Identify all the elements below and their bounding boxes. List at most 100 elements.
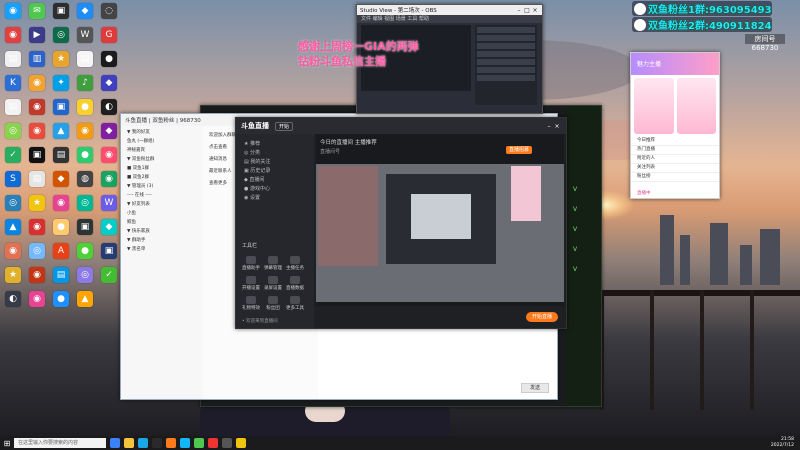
streamer-card[interactable] [676, 78, 716, 134]
app-taskbar-icon[interactable] [208, 438, 218, 448]
live-list-item[interactable]: 今日推荐 [631, 137, 719, 146]
desktop-shortcut-icon[interactable]: ▤ [26, 171, 48, 188]
obs-menubar[interactable]: 文件 编辑 视图 场景 工具 帮助 [357, 15, 542, 23]
system-clock[interactable]: 21:58 2022/7/12 [771, 437, 794, 449]
desktop-shortcut-icon[interactable]: ▣ [26, 147, 48, 164]
desktop-shortcut-icon[interactable]: ▲ [2, 219, 24, 236]
desktop-shortcut-icon[interactable]: ◆ [74, 3, 96, 20]
tool-button[interactable]: 直播助手 [242, 256, 260, 271]
tool-button[interactable]: 弹幕管理 [264, 256, 282, 271]
desktop-shortcut-icon[interactable]: ▣ [98, 243, 120, 260]
wechat-taskbar-icon[interactable] [194, 438, 204, 448]
windows-start-icon[interactable]: ⊞ [0, 436, 14, 450]
source-row[interactable] [477, 51, 535, 57]
contact-tree-item[interactable]: ▼ 管理员 (3) [121, 183, 203, 189]
desktop-shortcut-icon[interactable]: ● [74, 243, 96, 260]
desktop-shortcut-icon[interactable]: ◉ [98, 171, 120, 188]
sidebar-item[interactable]: ● 游戏中心 [236, 185, 314, 194]
desktop-shortcut-icon[interactable]: ◉ [26, 99, 48, 116]
sidebar-item[interactable]: ▣ 历史记录 [236, 167, 314, 176]
qq-taskbar-icon[interactable] [180, 438, 190, 448]
stream-topbar[interactable]: 斗鱼直播 开始 – × [236, 118, 566, 134]
desktop-shortcut-icon[interactable]: ◆ [98, 75, 120, 92]
tool-button[interactable]: 开播设置 [242, 276, 260, 291]
start-live-button[interactable]: 开始直播 [526, 312, 558, 322]
minimize-icon[interactable]: – [515, 7, 523, 14]
desktop-shortcut-icon[interactable]: ★ [26, 195, 48, 212]
desktop-shortcut-icon[interactable]: ◆ [50, 171, 72, 188]
taskbar-search[interactable]: 在这里输入你要搜索的内容 [14, 438, 106, 448]
desktop-shortcut-icon[interactable]: ◎ [74, 195, 96, 212]
desktop-shortcut-icon[interactable]: ◉ [98, 147, 120, 164]
tool-button[interactable]: 录屏设置 [264, 276, 282, 291]
live-list-item[interactable]: 热门直播 [631, 146, 719, 155]
desktop-shortcut-icon[interactable]: ◎ [74, 267, 96, 284]
desktop-shortcut-icon[interactable]: ● [50, 291, 72, 308]
desktop-shortcut-icon[interactable]: ◐ [2, 291, 24, 308]
obs-titlebar[interactable]: Studio View - 第二场次 - OBS – □ × [357, 5, 542, 15]
desktop-shortcut-icon[interactable]: ◎ [2, 195, 24, 212]
desktop-shortcut-icon[interactable]: ◍ [74, 171, 96, 188]
desktop-shortcut-icon[interactable]: ◉ [26, 75, 48, 92]
desktop-shortcut-icon[interactable]: ◉ [26, 123, 48, 140]
desktop-shortcut-icon[interactable]: ▤ [50, 147, 72, 164]
minimize-icon[interactable]: – [545, 123, 553, 130]
desktop-shortcut-icon[interactable]: ◉ [26, 291, 48, 308]
contact-tree-item[interactable]: ▼ 双鱼粉丝群 [121, 156, 203, 162]
contact-tree-item[interactable]: ▼ 黑名单 [121, 246, 203, 252]
sidebar-item[interactable]: ◉ 设置 [236, 194, 314, 203]
file-explorer-icon[interactable] [124, 438, 134, 448]
desktop-shortcut-icon[interactable]: ♪ [74, 75, 96, 92]
contact-tree-item[interactable]: 神秘嘉宾 [121, 147, 203, 153]
desktop-shortcut-icon[interactable]: ✓ [2, 147, 24, 164]
live-list-item[interactable]: 关注列表 [631, 164, 719, 173]
desktop-shortcut-icon[interactable]: ◎ [50, 27, 72, 44]
tab-start[interactable]: 开始 [275, 121, 294, 131]
close-icon[interactable]: × [531, 7, 539, 14]
desktop-shortcut-icon[interactable]: ◉ [2, 243, 24, 260]
sidebar-item[interactable]: ★ 推荐 [236, 140, 314, 149]
source-row[interactable] [477, 75, 535, 81]
desktop-shortcut-icon[interactable]: ▤ [2, 51, 24, 68]
desktop-shortcut-icon[interactable]: ✉ [26, 3, 48, 20]
desktop-shortcut-icon[interactable]: ▶ [26, 27, 48, 44]
sidebar-item[interactable]: ▤ 我的关注 [236, 158, 314, 167]
app-taskbar-icon[interactable] [236, 438, 246, 448]
desktop-shortcut-icon[interactable]: ● [98, 51, 120, 68]
source-row[interactable] [477, 67, 535, 73]
desktop-shortcut-icon[interactable]: ● [74, 147, 96, 164]
contact-tree[interactable]: ▼ 我的好友 鱼丸 (一群组) 神秘嘉宾 ▼ 双鱼粉丝群 ■ 双鱼1群 ■ 双鱼… [121, 126, 204, 399]
desktop-shortcut-icon[interactable]: ▤ [74, 51, 96, 68]
desktop-shortcut-icon[interactable]: ◆ [98, 219, 120, 236]
desktop-shortcut-icon[interactable]: ★ [50, 51, 72, 68]
desktop-shortcut-icon[interactable]: ★ [2, 267, 24, 284]
tool-button[interactable]: 主播任务 [286, 256, 304, 271]
stream-control-bar[interactable]: 开始直播 [316, 306, 564, 328]
desktop-shortcut-icon[interactable]: ◉ [2, 3, 24, 20]
desktop-shortcut-icon[interactable]: W [98, 195, 120, 212]
obs-taskbar-icon[interactable] [152, 438, 162, 448]
desktop-shortcut-icon[interactable]: G [98, 27, 120, 44]
contact-tree-item[interactable]: ▼ 我的好友 [121, 129, 203, 135]
send-button[interactable]: 发送 [521, 383, 549, 393]
desktop-shortcut-icon[interactable]: ▲ [50, 123, 72, 140]
app-taskbar-icon[interactable] [222, 438, 232, 448]
task-view-icon[interactable] [110, 438, 120, 448]
desktop-shortcut-icon[interactable]: ▣ [50, 3, 72, 20]
sidebar-item[interactable]: ◎ 分类 [236, 149, 314, 158]
streamer-card[interactable] [634, 78, 674, 134]
recruit-button[interactable]: 直播招募 [506, 144, 533, 154]
desktop-shortcut-icon[interactable]: ◌ [98, 3, 120, 20]
streaming-app-window[interactable]: 斗鱼直播 开始 – × ★ 推荐 ◎ 分类 ▤ 我的关注 ▣ 历史记录 ◆ 直播间 ● 游… [235, 117, 567, 329]
desktop-shortcut-icon[interactable]: ◉ [50, 195, 72, 212]
desktop-shortcut-icon[interactable]: ▲ [74, 291, 96, 308]
desktop-shortcut-icon[interactable]: ✦ [50, 75, 72, 92]
contact-tree-item[interactable]: ▼ 快乐家族 [121, 228, 203, 234]
contact-tree-item[interactable]: ▼ 群助手 [121, 237, 203, 243]
douyu-taskbar-icon[interactable] [166, 438, 176, 448]
live-list-item[interactable]: 附近的人 [631, 155, 719, 164]
stream-sidebar[interactable]: ★ 推荐 ◎ 分类 ▤ 我的关注 ▣ 历史记录 ◆ 直播间 ● 游戏中心 ◉ 设置 工具栏 … [236, 134, 314, 328]
live-list-item[interactable]: 粉丝榜 [631, 173, 719, 182]
contact-tree-item[interactable]: 鲸鱼 [121, 219, 203, 225]
desktop-shortcut-icon[interactable]: K [2, 75, 24, 92]
